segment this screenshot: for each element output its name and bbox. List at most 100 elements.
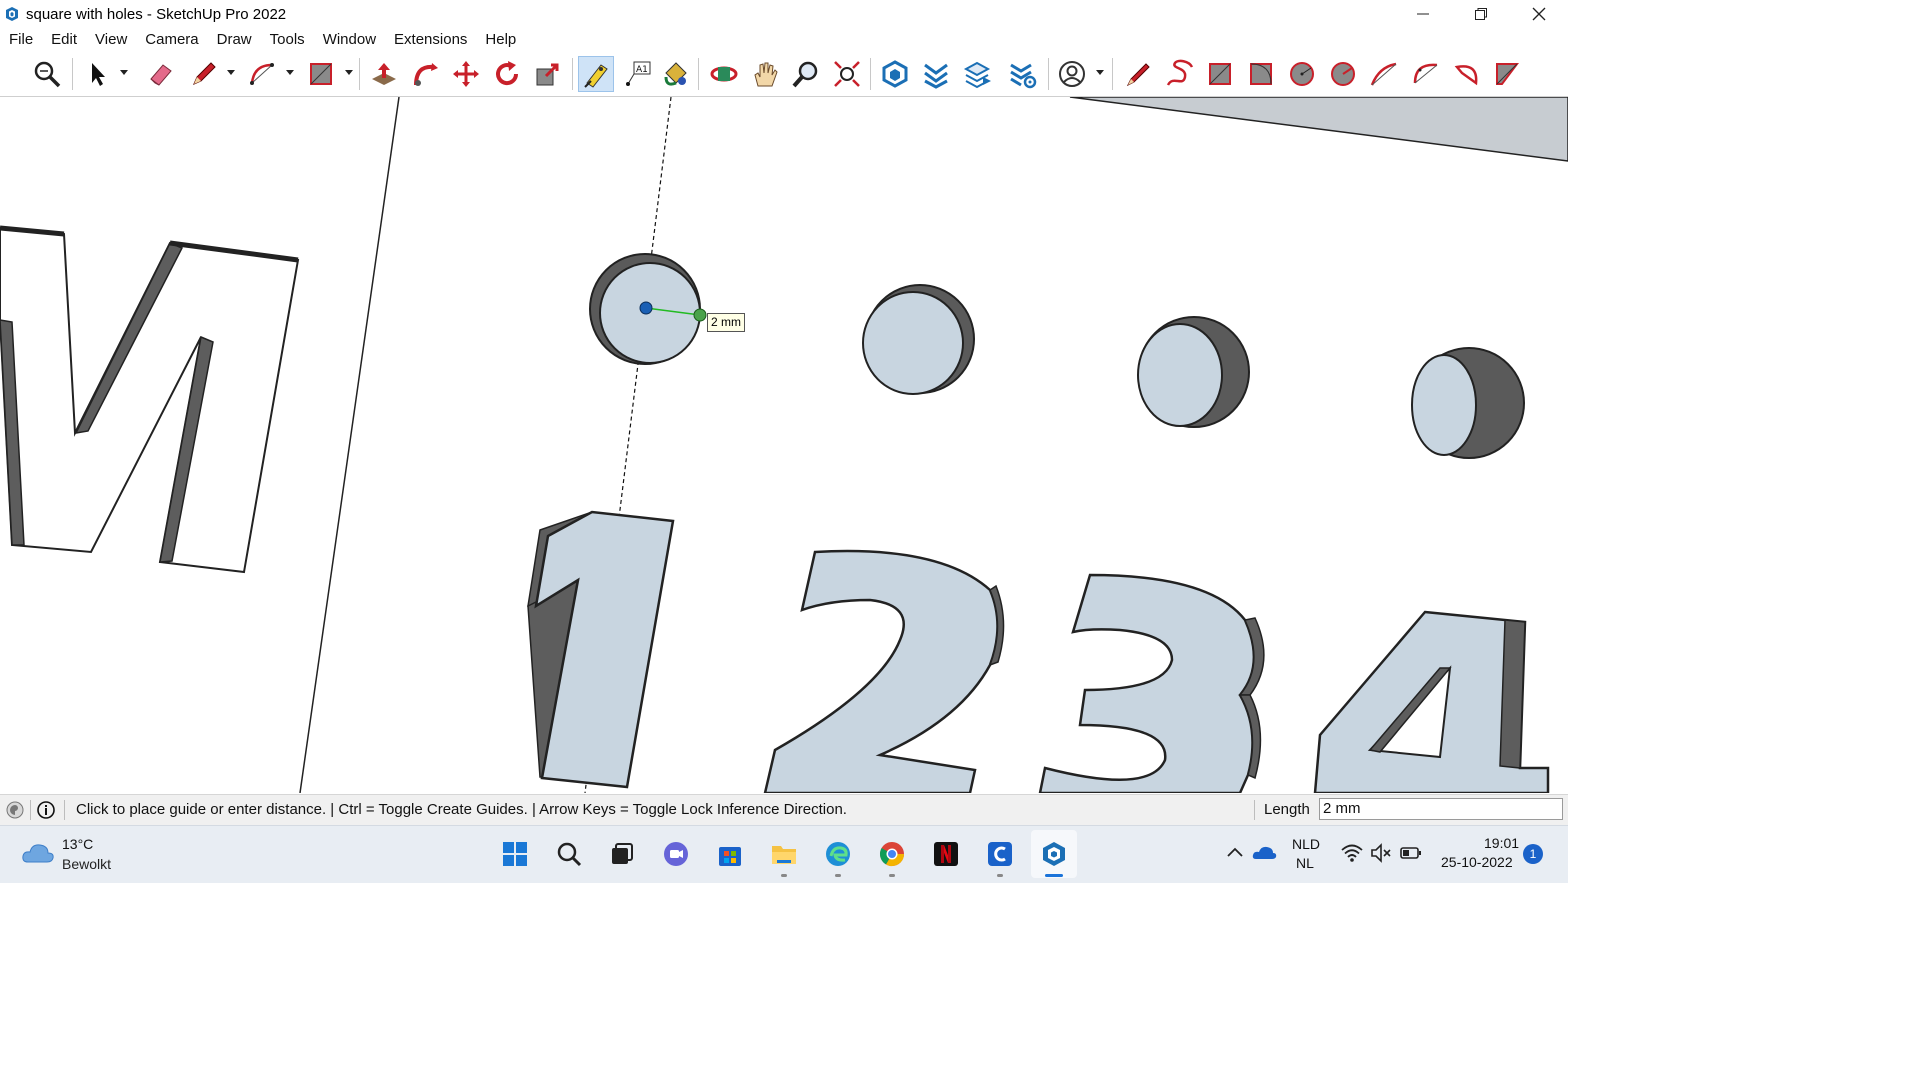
extension-warehouse-button[interactable] <box>918 56 954 92</box>
arc-dropdown-arrow[interactable] <box>286 70 294 75</box>
cloud-weather-icon[interactable] <box>20 838 56 868</box>
pie-tool-button[interactable] <box>1449 56 1485 92</box>
stamp-tool-button[interactable] <box>1489 56 1525 92</box>
send-to-layout-button[interactable] <box>960 56 996 92</box>
zoom-tool-button[interactable] <box>788 56 824 92</box>
scene-canvas[interactable] <box>0 97 1568 793</box>
weather-description[interactable]: Bewolkt <box>62 856 111 872</box>
title-bar: square with holes - SketchUp Pro 2022 <box>0 0 1568 28</box>
store-bag-icon <box>719 847 741 866</box>
volume-muted-icon[interactable] <box>1368 840 1394 866</box>
battery-icon[interactable] <box>1398 840 1424 866</box>
file-explorer-button[interactable] <box>766 836 802 872</box>
menu-tools[interactable]: Tools <box>261 28 314 52</box>
chrome-browser-button[interactable] <box>874 836 910 872</box>
rotate-tool-button[interactable] <box>489 56 525 92</box>
wifi-icon[interactable] <box>1339 840 1365 866</box>
sandbox-contours-button[interactable] <box>1202 56 1238 92</box>
pencil-icon <box>193 62 216 85</box>
toolbar-separator <box>359 58 360 90</box>
show-hidden-icons-chevron-icon[interactable] <box>1222 840 1248 866</box>
extension-manager-button[interactable] <box>1005 56 1041 92</box>
polygon-tool-button[interactable] <box>1325 56 1361 92</box>
select-dropdown-arrow[interactable] <box>120 70 128 75</box>
arc-3pt-tool-button[interactable] <box>1408 56 1444 92</box>
account-dropdown-arrow[interactable] <box>1096 70 1104 75</box>
input-language-secondary[interactable]: NL <box>1296 855 1314 871</box>
arc-tool-button[interactable] <box>245 56 281 92</box>
sandbox-scratch-button[interactable] <box>1243 56 1279 92</box>
scale-tool-button[interactable] <box>530 56 566 92</box>
rectangle-dropdown-arrow[interactable] <box>345 70 353 75</box>
clock-time[interactable]: 19:01 <box>1484 835 1519 851</box>
board-edge-line <box>299 97 400 793</box>
push-pull-tool-button[interactable] <box>366 56 402 92</box>
tape-measure-tool-button[interactable] <box>578 56 614 92</box>
orbit-icon <box>710 66 738 82</box>
line-tool-button[interactable] <box>186 56 222 92</box>
orbit-tool-button[interactable] <box>706 56 742 92</box>
menu-window[interactable]: Window <box>314 28 385 52</box>
3d-warehouse-button[interactable] <box>877 56 913 92</box>
active-indicator <box>1045 874 1063 877</box>
minimize-button[interactable] <box>1394 0 1452 28</box>
input-language-primary[interactable]: NLD <box>1292 836 1320 852</box>
text-tool-button[interactable]: A1 <box>620 56 656 92</box>
freehand-tool-button[interactable] <box>1162 56 1198 92</box>
info-icon[interactable] <box>37 801 55 819</box>
modeling-viewport[interactable]: 2 mm <box>0 97 1568 793</box>
task-view-button[interactable] <box>603 836 639 872</box>
arc-2pt-tool-button[interactable] <box>1366 56 1402 92</box>
account-button[interactable] <box>1054 56 1090 92</box>
follow-me-icon <box>414 63 438 86</box>
draw-pencil-button[interactable] <box>1121 56 1157 92</box>
weather-temperature[interactable]: 13°C <box>62 836 93 852</box>
netflix-button[interactable] <box>928 836 964 872</box>
onedrive-cloud-icon[interactable] <box>1251 840 1277 866</box>
toolbar-separator <box>1112 58 1113 90</box>
select-tool-button[interactable] <box>79 56 115 92</box>
freehand-curve-icon <box>1166 59 1194 86</box>
teams-chat-button[interactable] <box>658 836 694 872</box>
close-button[interactable] <box>1510 0 1568 28</box>
sketchup-icon <box>1043 842 1065 866</box>
paint-bucket-tool-button[interactable] <box>657 56 693 92</box>
menu-file[interactable]: File <box>0 28 42 52</box>
edge-browser-button[interactable] <box>820 836 856 872</box>
stamp-icon <box>1496 63 1519 85</box>
pan-tool-button[interactable] <box>747 56 783 92</box>
eraser-tool-button[interactable] <box>142 56 178 92</box>
digit-4-shape <box>1313 610 1550 793</box>
menu-draw[interactable]: Draw <box>208 28 261 52</box>
clock-date[interactable]: 25-10-2022 <box>1441 854 1513 870</box>
ccleaner-button[interactable] <box>982 836 1018 872</box>
measurements-input[interactable]: 2 mm <box>1319 798 1563 820</box>
rectangle-tool-button[interactable] <box>303 56 339 92</box>
status-separator <box>1254 800 1255 820</box>
restore-button[interactable] <box>1452 0 1510 28</box>
menu-edit[interactable]: Edit <box>42 28 86 52</box>
microsoft-store-button[interactable] <box>712 836 748 872</box>
hole-3 <box>1137 316 1250 428</box>
circle-tool-button[interactable] <box>1284 56 1320 92</box>
hole-4 <box>1411 347 1525 459</box>
toolbar-separator <box>698 58 699 90</box>
zoom-window-tool-button[interactable] <box>29 56 65 92</box>
measure-start-point <box>639 301 653 315</box>
sketchup-taskbar-button[interactable] <box>1036 836 1072 872</box>
menu-extensions[interactable]: Extensions <box>385 28 476 52</box>
menu-help[interactable]: Help <box>476 28 525 52</box>
extension-manager-icon <box>1010 63 1037 89</box>
menu-view[interactable]: View <box>86 28 136 52</box>
taskbar-search-button[interactable] <box>551 836 587 872</box>
zoom-extents-tool-button[interactable] <box>829 56 865 92</box>
follow-me-tool-button[interactable] <box>407 56 443 92</box>
menu-camera[interactable]: Camera <box>136 28 207 52</box>
red-pencil-icon <box>1126 63 1150 87</box>
start-button[interactable] <box>497 836 533 872</box>
move-tool-button[interactable] <box>448 56 484 92</box>
digit-1-shape <box>527 510 675 789</box>
geo-location-icon[interactable] <box>6 801 24 819</box>
line-dropdown-arrow[interactable] <box>227 70 235 75</box>
notification-badge[interactable]: 1 <box>1523 844 1543 864</box>
